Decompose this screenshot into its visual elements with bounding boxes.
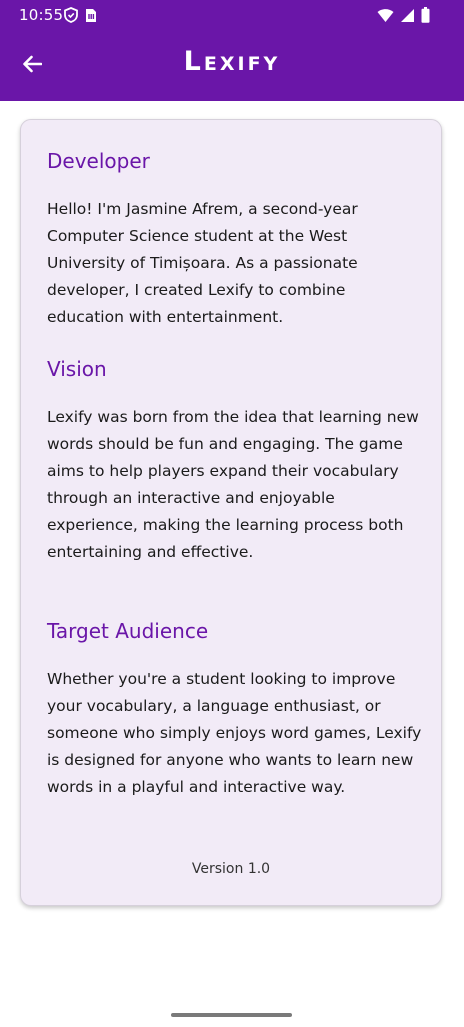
signal-icon (400, 8, 415, 27)
version-label: Version 1.0 (191, 861, 271, 877)
sim-card-icon (85, 8, 97, 27)
developer-text: Hello! I'm Jasmine Afrem, a second-year … (47, 200, 358, 326)
battery-icon (421, 7, 430, 27)
about-card: Developer Hello! I'm Jasmine Afrem, a se… (20, 119, 442, 906)
shield-icon (64, 7, 78, 27)
wifi-icon (377, 8, 394, 27)
target-audience-heading: Target Audience (47, 619, 209, 643)
app-title: Lexify (183, 46, 281, 77)
vision-heading: Vision (47, 357, 107, 381)
status-left-icons (64, 7, 97, 27)
developer-heading: Developer (47, 149, 150, 173)
home-indicator[interactable] (171, 1013, 292, 1017)
vision-text: Lexify was born from the idea that learn… (47, 408, 419, 561)
status-right-icons (377, 7, 430, 27)
app-bar: Lexify (0, 31, 464, 101)
status-time: 10:55 (19, 6, 64, 24)
status-bar: 10:55 (0, 0, 464, 31)
target-audience-text: Whether you're a student looking to impr… (47, 670, 422, 796)
